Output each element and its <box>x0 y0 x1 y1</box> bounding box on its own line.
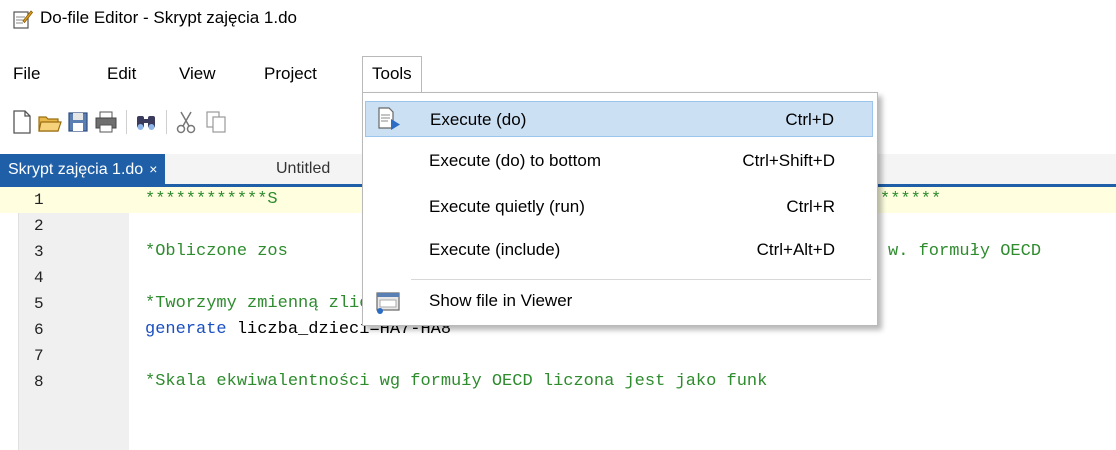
find-icon[interactable] <box>132 108 160 136</box>
code-text: *Obliczone zos <box>145 242 288 261</box>
editor-line: 7 <box>0 343 1116 369</box>
line-number: 3 <box>34 243 44 261</box>
tab-label: Skrypt zajęcia 1.do <box>8 161 144 178</box>
viewer-icon <box>376 292 400 314</box>
toolbar-separator <box>126 110 127 134</box>
menu-separator <box>411 279 871 280</box>
code-text: ************S <box>145 190 278 209</box>
tab-untitled[interactable]: Untitled <box>276 154 330 184</box>
execute-do-icon <box>378 107 400 130</box>
save-icon[interactable] <box>64 108 92 136</box>
code-text: *Skala ekwiwalentności wg formuły OECD l… <box>145 372 768 391</box>
do-file-editor-icon <box>13 10 33 29</box>
menu-file[interactable]: File <box>4 56 49 92</box>
line-number: 1 <box>34 191 44 209</box>
menu-tools[interactable]: Tools <box>362 56 422 93</box>
menu-item-shortcut: Ctrl+D <box>785 110 834 129</box>
copy-icon[interactable] <box>202 108 230 136</box>
print-icon[interactable] <box>92 108 120 136</box>
open-folder-icon[interactable] <box>36 108 64 136</box>
code-text: w. formuły OECD <box>888 242 1042 261</box>
line-number: 7 <box>34 347 44 365</box>
new-file-icon[interactable] <box>8 108 36 136</box>
line-number: 5 <box>34 295 44 313</box>
line-number: 8 <box>34 373 44 391</box>
title-bar: Do-file Editor - Skrypt zajęcia 1.do <box>0 0 1116 38</box>
editor-line: 8 *Skala ekwiwalentności wg formuły OECD… <box>0 369 1116 395</box>
menu-item-show-in-viewer[interactable]: Show file in Viewer <box>365 283 873 319</box>
tab-skrypt[interactable]: Skrypt zajęcia 1.do × <box>0 154 166 184</box>
menu-item-execute-include[interactable]: Execute (include) Ctrl+Alt+D <box>365 232 873 268</box>
menu-project[interactable]: Project <box>255 56 326 92</box>
menu-item-execute-to-bottom[interactable]: Execute (do) to bottom Ctrl+Shift+D <box>365 143 873 179</box>
close-icon[interactable]: × <box>149 161 157 177</box>
window-title: Do-file Editor - Skrypt zajęcia 1.do <box>40 8 297 27</box>
menu-edit[interactable]: Edit <box>98 56 145 92</box>
menu-item-shortcut: Ctrl+Shift+D <box>742 151 835 170</box>
line-number: 4 <box>34 269 44 287</box>
menu-item-label: Execute (do) <box>430 110 527 129</box>
code-keyword: generate <box>145 320 227 339</box>
menu-item-label: Execute quietly (run) <box>429 197 585 216</box>
toolbar-separator <box>166 110 167 134</box>
line-number: 2 <box>34 217 44 235</box>
menu-bar: File Edit View Project Tools <box>0 56 1116 93</box>
menu-view[interactable]: View <box>170 56 225 92</box>
menu-item-label: Show file in Viewer <box>429 291 573 310</box>
cut-icon[interactable] <box>172 108 200 136</box>
line-number: 6 <box>34 321 44 339</box>
code-text: ****** <box>880 190 942 209</box>
menu-item-execute-do[interactable]: Execute (do) Ctrl+D <box>365 101 873 137</box>
menu-item-execute-quietly[interactable]: Execute quietly (run) Ctrl+R <box>365 189 873 225</box>
menu-item-label: Execute (include) <box>429 240 561 259</box>
menu-item-shortcut: Ctrl+Alt+D <box>756 240 835 259</box>
menu-item-shortcut: Ctrl+R <box>786 197 835 216</box>
menu-item-label: Execute (do) to bottom <box>429 151 601 170</box>
tools-menu-dropdown: Execute (do) Ctrl+D Execute (do) to bott… <box>362 92 878 326</box>
